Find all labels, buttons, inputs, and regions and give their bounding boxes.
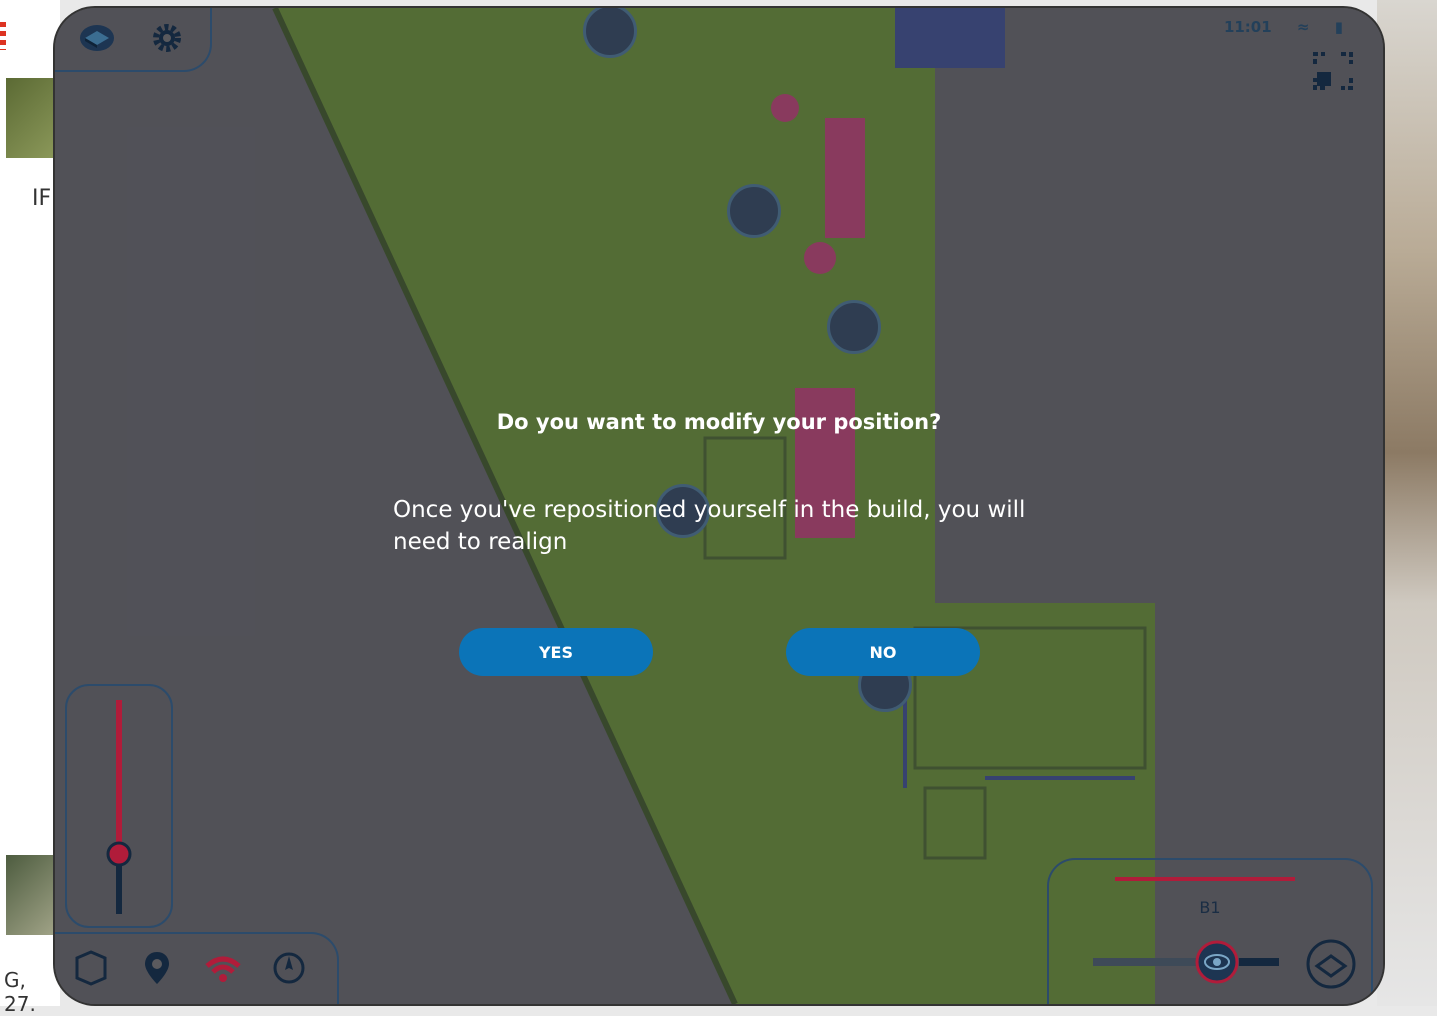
- view-cube-icon[interactable]: [71, 948, 111, 988]
- background-app-sidebar: IF G, 27.: [0, 0, 60, 1016]
- floor-label: B1: [1199, 898, 1221, 917]
- status-bar: 11:01 ≈ ▮: [1204, 18, 1343, 36]
- bottom-toolbar: [55, 932, 339, 1004]
- no-button[interactable]: NO: [786, 628, 980, 676]
- wifi-heatmap-icon[interactable]: [203, 948, 243, 988]
- dialog-message: Once you've repositioned yourself in the…: [393, 497, 1026, 555]
- top-left-toolbar: [55, 8, 212, 72]
- settings-gear-icon[interactable]: [149, 20, 185, 56]
- yes-button[interactable]: YES: [459, 628, 653, 676]
- thumbnail-image: [6, 855, 60, 935]
- thumbnail-image: [6, 78, 60, 158]
- height-slider[interactable]: [67, 686, 171, 926]
- clock: 11:01: [1223, 18, 1272, 36]
- menu-marker: [0, 22, 6, 50]
- floor-indicator-bar: [1115, 877, 1295, 881]
- location-pin-icon[interactable]: [137, 948, 177, 988]
- floor-selector-panel: B1: [1047, 858, 1373, 1004]
- wifi-status-icon: ≈: [1296, 18, 1310, 36]
- fullscreen-exit-icon[interactable]: [1313, 52, 1353, 90]
- floor-opacity-slider[interactable]: [1089, 938, 1289, 986]
- building-icon[interactable]: [79, 20, 115, 56]
- layers-icon[interactable]: [1305, 938, 1357, 990]
- tablet-app-window: 11:01 ≈ ▮ B1 Do you want to modify your …: [55, 8, 1383, 1004]
- dialog-title: Do you want to modify your position?: [496, 410, 942, 434]
- navigation-compass-icon[interactable]: [269, 948, 309, 988]
- sidebar-text: IF: [32, 186, 52, 211]
- background-camera-view: [1377, 0, 1437, 1006]
- battery-icon: ▮: [1334, 18, 1343, 36]
- vertical-slider-panel: [65, 684, 173, 928]
- sidebar-bottom-text: G, 27.: [4, 968, 36, 1016]
